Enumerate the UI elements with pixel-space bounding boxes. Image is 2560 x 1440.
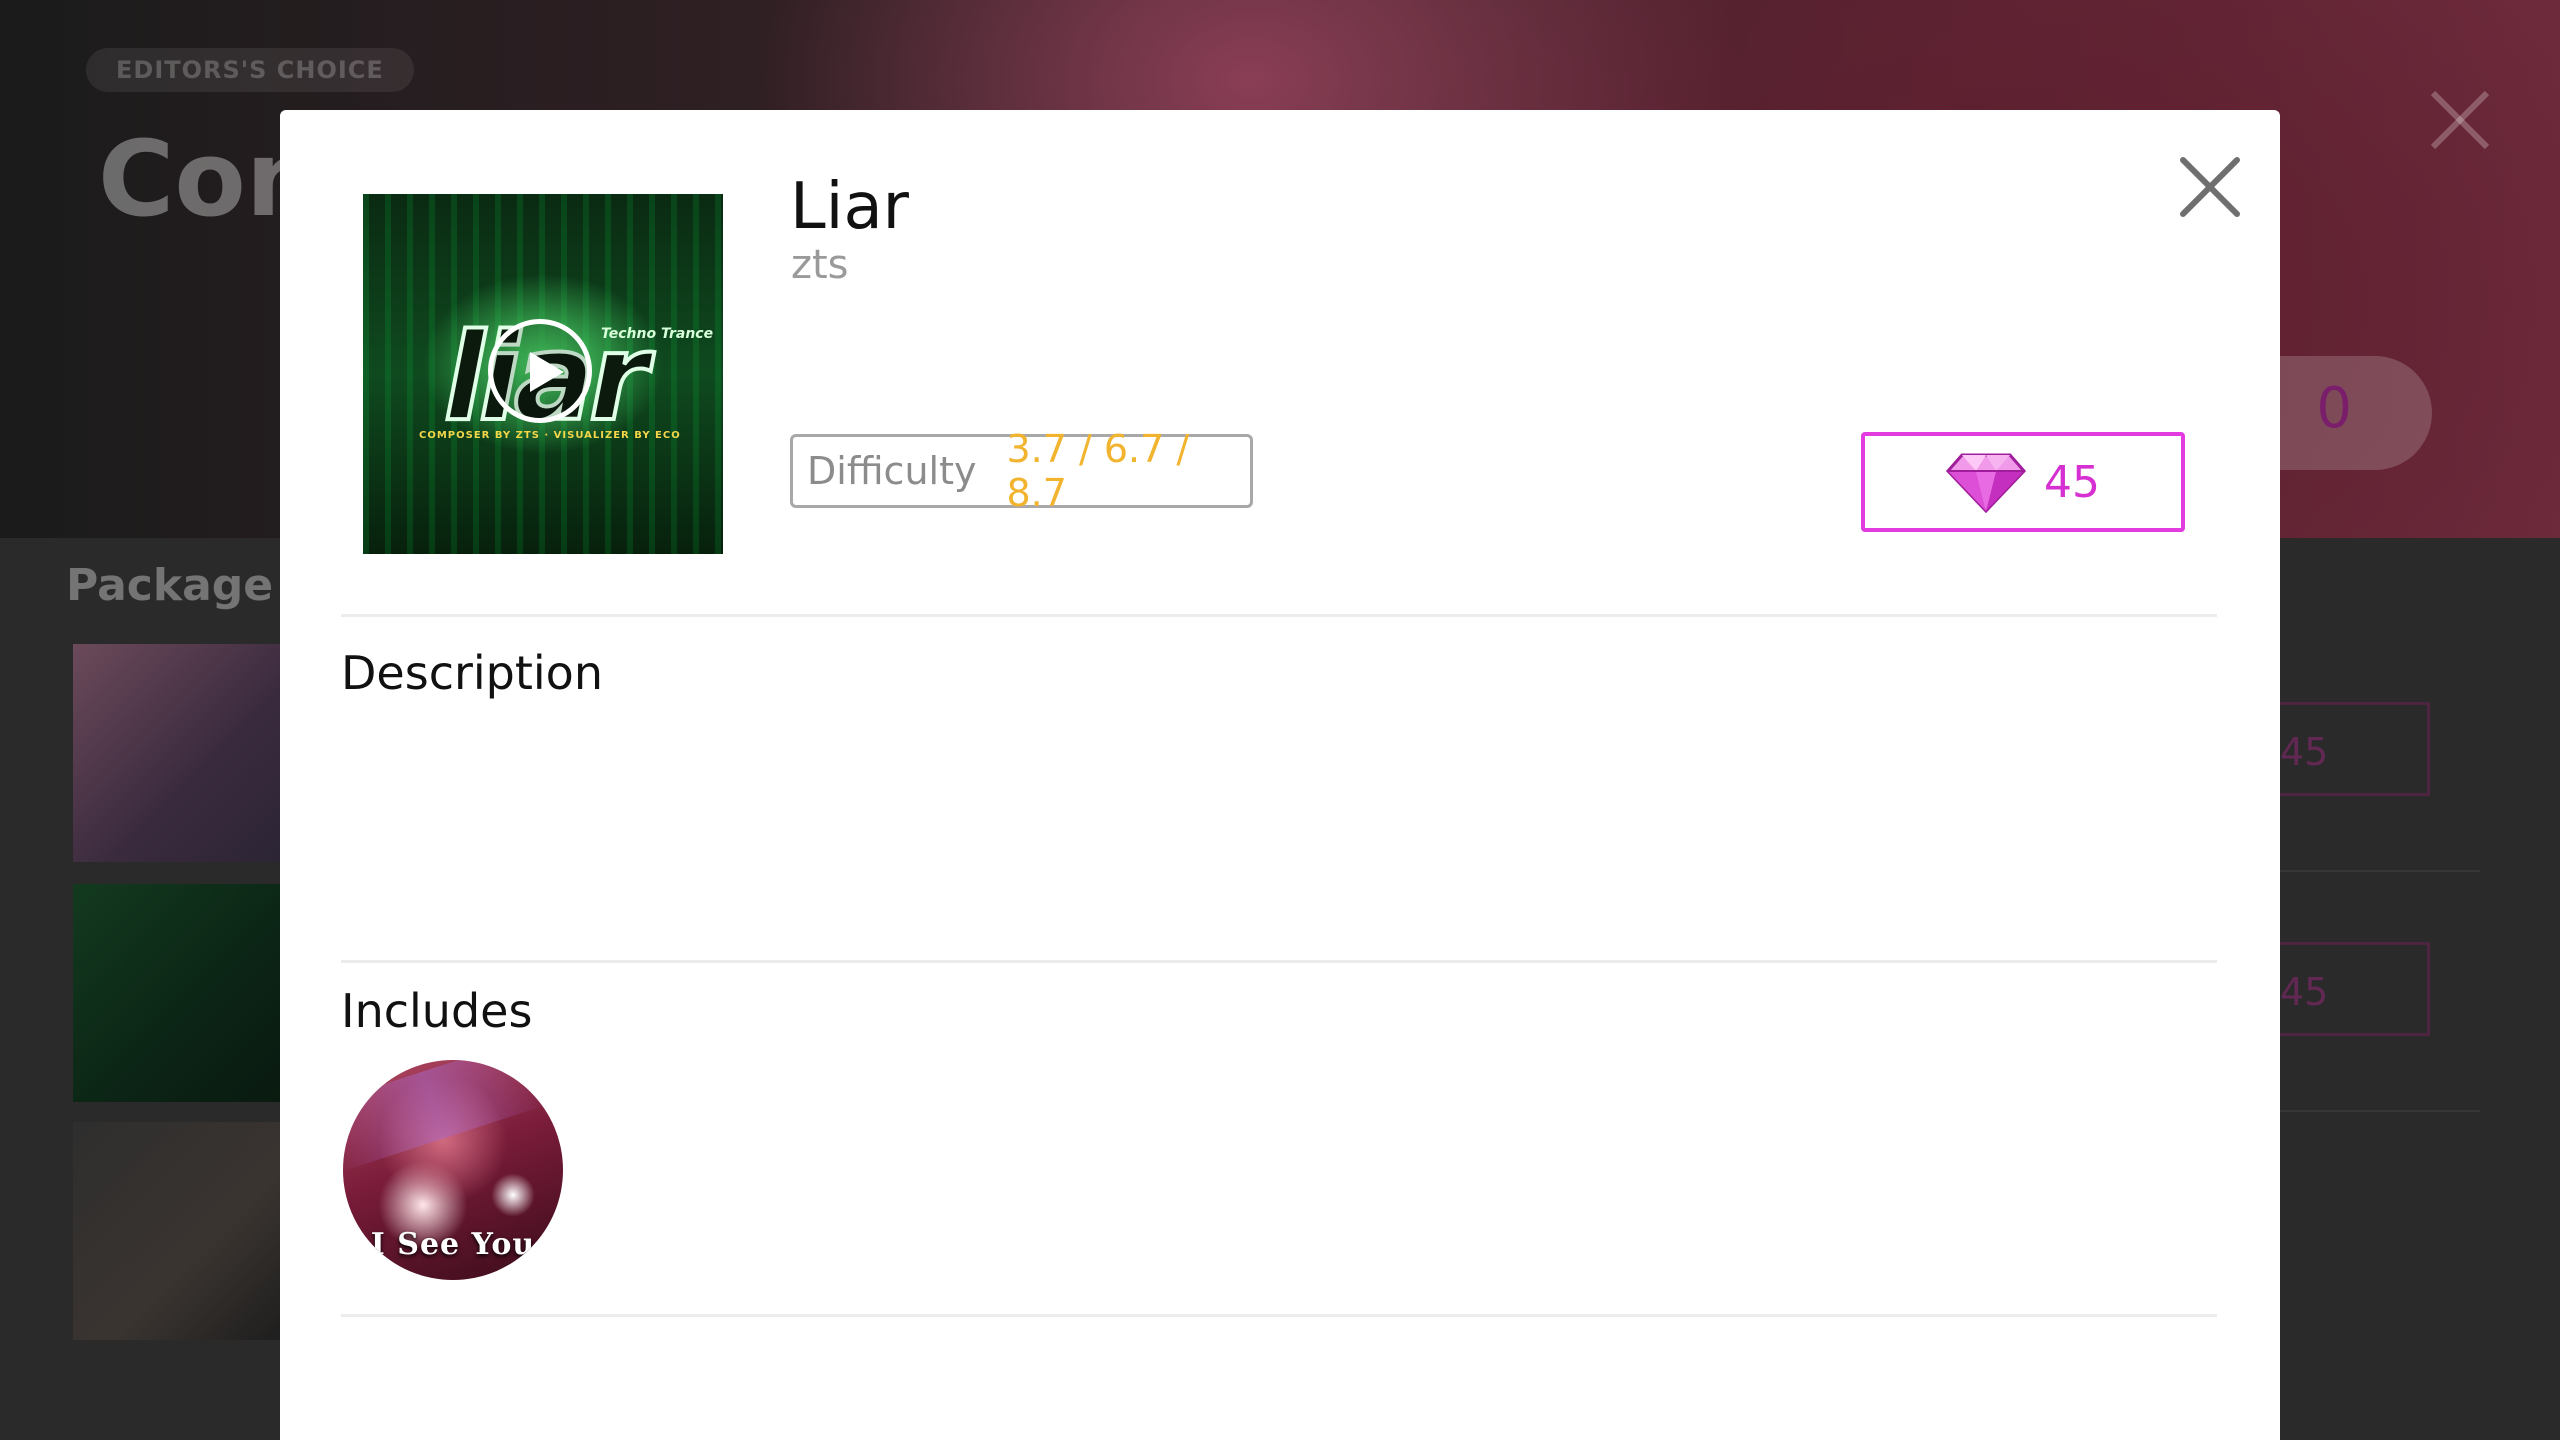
cover-credits: COMPOSER BY ZTS · VISUALIZER BY ECO <box>419 430 681 441</box>
package-thumbnail <box>73 644 283 862</box>
section-divider <box>341 960 2217 963</box>
difficulty-label: Difficulty <box>807 449 977 493</box>
difficulty-values: 3.7 / 6.7 / 8.7 <box>1006 427 1190 515</box>
editors-choice-badge: EDITORS'S CHOICE <box>86 48 414 92</box>
section-divider <box>341 614 2217 617</box>
song-detail-modal: liar Techno Trance COMPOSER BY ZTS · VIS… <box>280 110 2280 1440</box>
play-icon[interactable] <box>488 319 592 423</box>
included-song-i-see-you[interactable]: I See You <box>343 1060 563 1280</box>
song-cover-art[interactable]: liar Techno Trance COMPOSER BY ZTS · VIS… <box>363 194 723 554</box>
background-close-icon <box>2430 90 2490 150</box>
description-heading: Description <box>341 646 603 700</box>
includes-heading: Includes <box>341 984 533 1038</box>
song-title: Liar <box>790 170 909 244</box>
cover-genre-tag: Techno Trance <box>601 326 714 342</box>
included-song-label: I See You <box>370 1227 536 1262</box>
buy-button[interactable]: 45 <box>1861 432 2185 532</box>
gem-icon <box>1946 453 2026 513</box>
price-amount: 45 <box>2044 456 2100 508</box>
package-thumbnail <box>73 884 283 1102</box>
section-divider <box>341 1314 2217 1317</box>
package-thumbnail <box>73 1122 283 1340</box>
song-artist: zts <box>791 242 849 288</box>
background-price-text: 0 <box>2316 376 2352 441</box>
difficulty-badge: Difficulty 3.7 / 6.7 / 8.7 <box>790 427 1253 515</box>
close-icon[interactable] <box>2175 152 2245 222</box>
